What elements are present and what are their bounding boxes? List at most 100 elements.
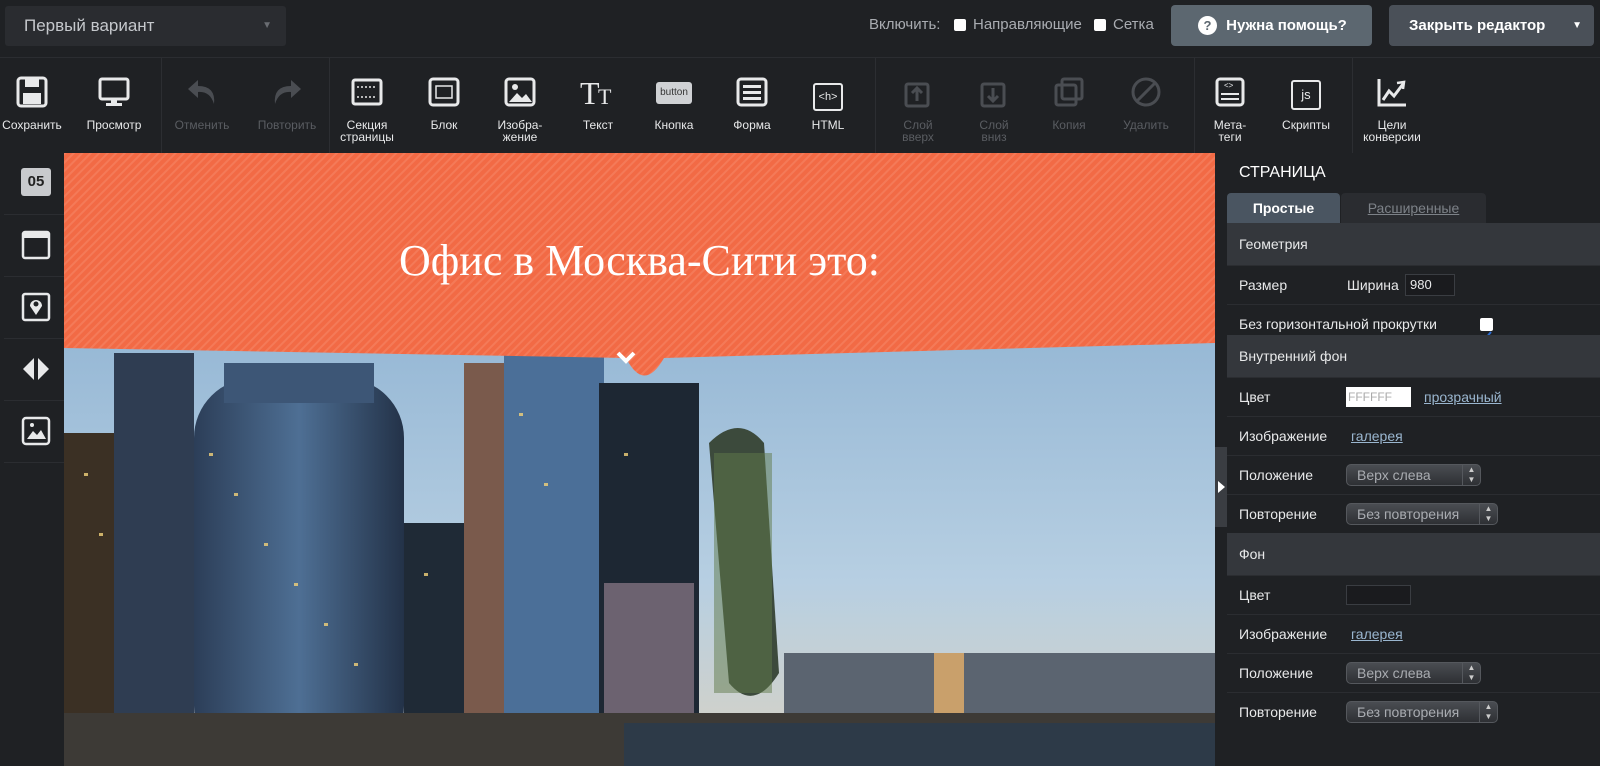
slider-widget-button[interactable] bbox=[4, 339, 64, 401]
size-row: Размер Ширина 980 bbox=[1227, 265, 1600, 304]
close-editor-button[interactable]: Закрыть редактор ▼ bbox=[1389, 5, 1594, 46]
floppy-disk-icon bbox=[16, 76, 48, 108]
conversion-goals-button[interactable]: Цели конверсии bbox=[1360, 58, 1424, 154]
bg-image-label: Изображение bbox=[1239, 626, 1328, 642]
section-button[interactable]: Секция страницы bbox=[335, 58, 399, 154]
arrows-left-right-icon bbox=[23, 358, 49, 380]
top-bar: Первый вариант ▼ Включить: Направляющие … bbox=[0, 0, 1600, 57]
width-label: Ширина bbox=[1347, 277, 1399, 293]
bg-color-input[interactable] bbox=[1346, 585, 1411, 605]
inner-position-select[interactable]: Верх слева ▲ ▼ bbox=[1346, 464, 1481, 486]
image-icon bbox=[504, 77, 536, 107]
geometry-header: Геометрия bbox=[1227, 223, 1600, 265]
popup-widget-button[interactable] bbox=[4, 215, 64, 277]
save-button[interactable]: Сохранить bbox=[0, 58, 64, 154]
tab-advanced[interactable]: Расширенные bbox=[1341, 193, 1486, 223]
html-icon: <h> bbox=[813, 83, 843, 111]
copy-button[interactable]: Копия bbox=[1037, 58, 1101, 154]
transparent-link[interactable]: прозрачный bbox=[1424, 378, 1502, 417]
inner-position-value: Верх слева bbox=[1357, 467, 1431, 483]
bg-repeat-select[interactable]: Без повторения ▲ ▼ bbox=[1346, 701, 1498, 723]
image-button[interactable]: Изобра- жение bbox=[488, 58, 552, 154]
preview-button[interactable]: Просмотр bbox=[82, 58, 146, 154]
delete-button[interactable]: Удалить bbox=[1114, 58, 1178, 154]
html-button[interactable]: <h> HTML bbox=[796, 58, 860, 154]
editor-app: Первый вариант ▼ Включить: Направляющие … bbox=[0, 0, 1600, 766]
help-button[interactable]: ? Нужна помощь? bbox=[1171, 5, 1372, 46]
inner-repeat-value: Без повторения bbox=[1357, 506, 1460, 522]
no-hscroll-checkbox[interactable] bbox=[1480, 318, 1493, 341]
panel-collapse-handle[interactable] bbox=[1215, 447, 1227, 527]
prohibit-icon bbox=[1131, 77, 1161, 107]
map-widget-button[interactable] bbox=[4, 277, 64, 339]
inner-repeat-row: Повторение Без повторения ▲ ▼ bbox=[1227, 494, 1600, 533]
bg-repeat-row: Повторение Без повторения ▲ ▼ bbox=[1227, 692, 1600, 731]
page-canvas[interactable]: Офис в Москва-Сити это: bbox=[64, 153, 1215, 766]
svg-text:T: T bbox=[598, 84, 612, 108]
bg-color-label: Цвет bbox=[1239, 587, 1271, 603]
gallery-icon bbox=[21, 416, 51, 446]
toolbar-divider bbox=[161, 58, 162, 154]
updown-arrows-icon: ▲ ▼ bbox=[1462, 663, 1480, 683]
window-icon bbox=[21, 230, 51, 260]
bg-position-row: Положение Верх слева ▲ ▼ bbox=[1227, 653, 1600, 692]
size-label: Размер bbox=[1239, 277, 1288, 293]
inner-color-label: Цвет bbox=[1239, 389, 1271, 405]
updown-arrows-icon: ▲ ▼ bbox=[1479, 504, 1497, 524]
tab-simple[interactable]: Простые bbox=[1227, 193, 1340, 223]
bg-position-select[interactable]: Верх слева ▲ ▼ bbox=[1346, 662, 1481, 684]
monitor-icon bbox=[98, 77, 130, 106]
inner-gallery-link[interactable]: галерея bbox=[1351, 417, 1403, 456]
svg-text:<>: <> bbox=[1224, 81, 1234, 90]
inner-position-row: Положение Верх слева ▲ ▼ bbox=[1227, 455, 1600, 494]
updown-arrows-icon: ▲ ▼ bbox=[1462, 465, 1480, 485]
inner-bg-header: Внутренний фон bbox=[1227, 335, 1600, 377]
layer-up-icon bbox=[904, 82, 930, 108]
scripts-button[interactable]: js Скрипты bbox=[1274, 58, 1338, 154]
inner-position-label: Положение bbox=[1239, 467, 1313, 483]
bg-repeat-value: Без повторения bbox=[1357, 704, 1460, 720]
layer-down-icon bbox=[980, 82, 1006, 108]
form-button[interactable]: Форма bbox=[720, 58, 784, 154]
conversion-goals-label: Цели конверсии bbox=[1363, 118, 1421, 144]
layer-up-button[interactable]: Слой вверх bbox=[886, 58, 950, 154]
panel-title: СТРАНИЦА bbox=[1239, 164, 1326, 181]
redo-button[interactable]: Повторить bbox=[255, 58, 319, 154]
button-icon: button bbox=[656, 82, 692, 104]
bg-position-value: Верх слева bbox=[1357, 665, 1431, 681]
gallery-widget-button[interactable] bbox=[4, 401, 64, 463]
variant-select[interactable]: Первый вариант ▼ bbox=[5, 6, 286, 46]
grid-label: Сетка bbox=[1113, 16, 1154, 33]
inner-color-row: Цвет FFFFFF прозрачный bbox=[1227, 377, 1600, 416]
inner-image-row: Изображение галерея bbox=[1227, 416, 1600, 455]
bg-gallery-link[interactable]: галерея bbox=[1351, 615, 1403, 654]
width-input[interactable]: 980 bbox=[1405, 274, 1455, 296]
grid-checkbox[interactable] bbox=[1094, 19, 1106, 31]
bg-position-label: Положение bbox=[1239, 665, 1313, 681]
timer-widget-button[interactable]: 05 bbox=[4, 153, 64, 215]
button-tool[interactable]: button Кнопка bbox=[642, 58, 706, 154]
layer-down-button[interactable]: Слой вниз bbox=[962, 58, 1026, 154]
left-sidebar: 05 bbox=[0, 153, 64, 766]
banner-title[interactable]: Офис в Москва-Сити это: bbox=[64, 235, 1215, 286]
updown-arrows-icon: ▲ ▼ bbox=[1479, 702, 1497, 722]
inner-color-input[interactable]: FFFFFF bbox=[1346, 387, 1411, 407]
form-icon bbox=[736, 77, 768, 107]
variant-select-value: Первый вариант bbox=[24, 16, 155, 35]
meta-tags-button[interactable]: <> Мета- теги bbox=[1198, 58, 1262, 154]
guides-checkbox[interactable] bbox=[954, 19, 966, 31]
block-button[interactable]: Блок bbox=[412, 58, 476, 154]
inner-repeat-select[interactable]: Без повторения ▲ ▼ bbox=[1346, 503, 1498, 525]
help-button-label: Нужна помощь? bbox=[1226, 17, 1347, 34]
bg-image-row: Изображение галерея bbox=[1227, 614, 1600, 653]
redo-icon bbox=[274, 80, 301, 104]
close-editor-label: Закрыть редактор bbox=[1409, 17, 1546, 34]
undo-button[interactable]: Отменить bbox=[170, 58, 234, 154]
text-button[interactable]: TT Текст bbox=[566, 58, 630, 154]
question-icon: ? bbox=[1198, 16, 1217, 35]
scripts-icon: js bbox=[1291, 80, 1321, 110]
copy-icon bbox=[1054, 77, 1084, 107]
bg-color-row: Цвет bbox=[1227, 575, 1600, 614]
html-label: HTML bbox=[811, 118, 845, 132]
chevron-down-icon: ▼ bbox=[1572, 20, 1582, 31]
